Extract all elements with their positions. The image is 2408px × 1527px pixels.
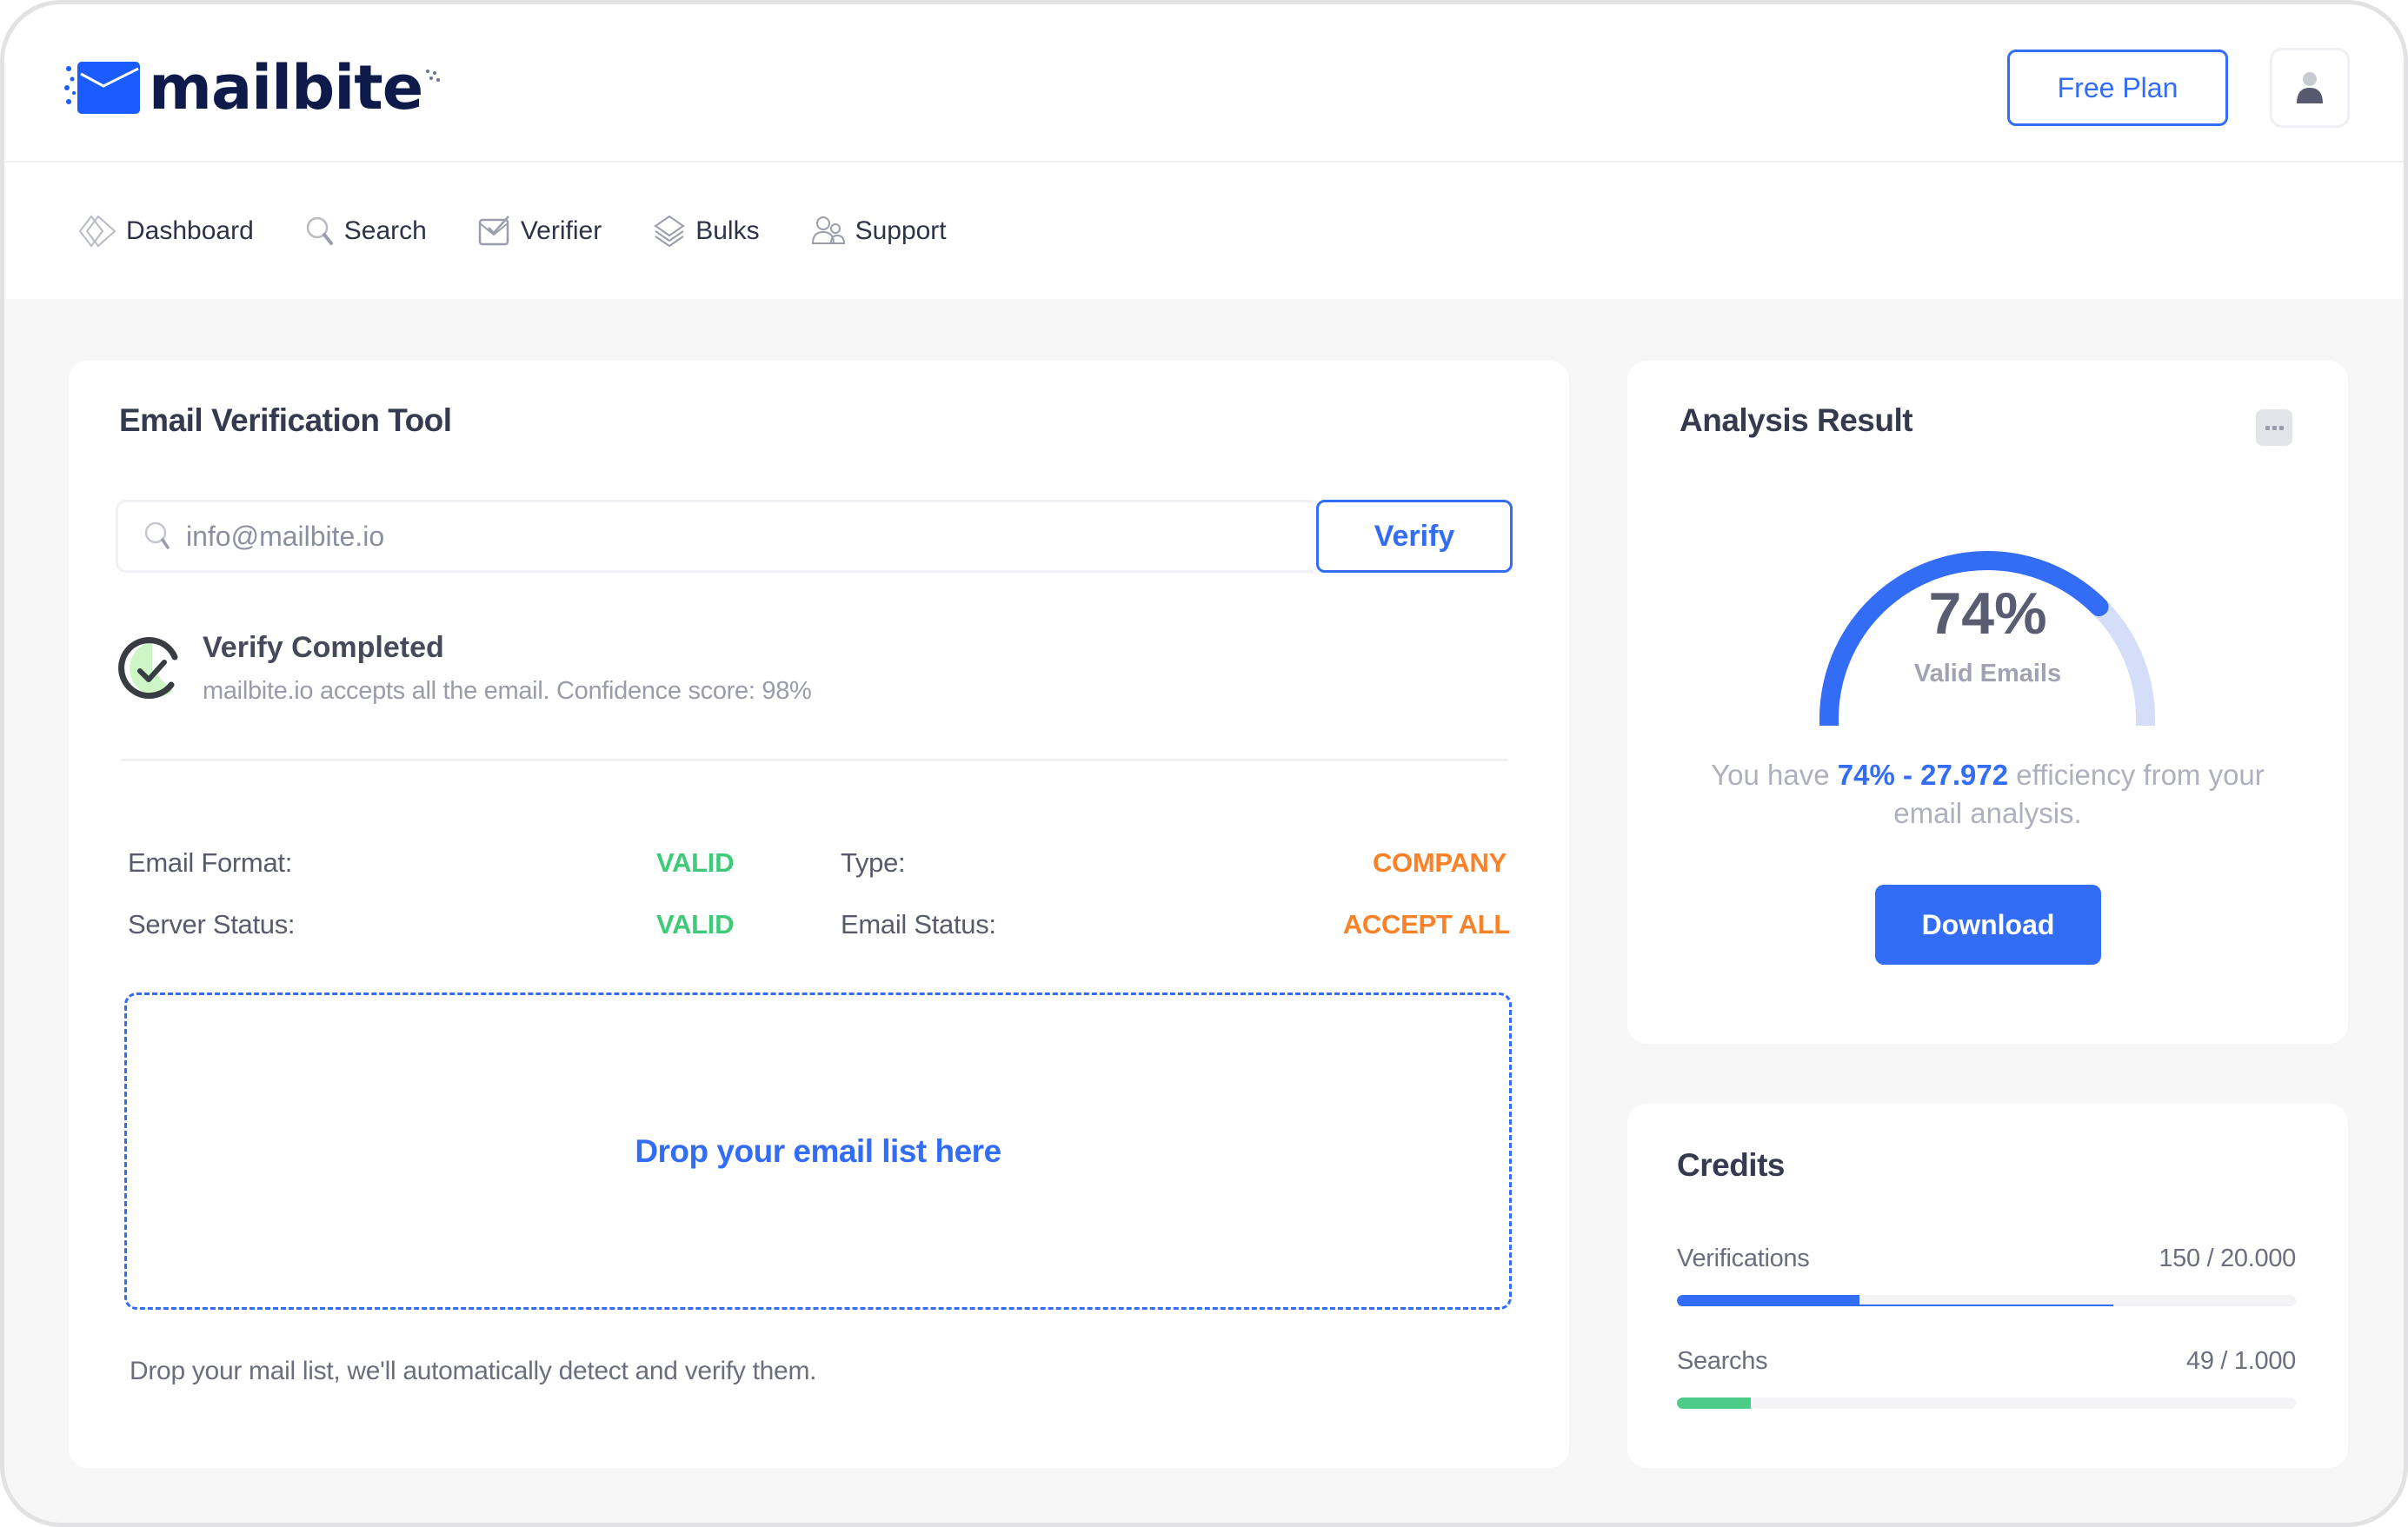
credit-row-verifications: Verifications 150 / 20.000 bbox=[1677, 1245, 2296, 1273]
credit-row-searchs: Searchs 49 / 1.000 bbox=[1677, 1347, 2296, 1376]
card-title: Credits bbox=[1677, 1147, 1785, 1183]
result-value-email-format: VALID bbox=[656, 847, 735, 878]
verify-status: Verify Completed mailbite.io accepts all… bbox=[117, 626, 812, 713]
free-plan-button[interactable]: Free Plan bbox=[2007, 50, 2228, 126]
nav-label: Bulks bbox=[695, 216, 760, 245]
status-title: Verify Completed bbox=[203, 631, 444, 664]
nav-label: Dashboard bbox=[126, 216, 254, 245]
card-title: Analysis Result bbox=[1680, 402, 1913, 438]
app-window: mailbite Free Plan Dashboard Search Veri… bbox=[0, 0, 2408, 1527]
email-list-dropzone[interactable]: Drop your email list here bbox=[124, 993, 1512, 1310]
dropzone-hint: Drop your mail list, we'll automatically… bbox=[130, 1357, 817, 1385]
email-search-field[interactable] bbox=[116, 500, 1314, 573]
user-icon bbox=[2297, 72, 2323, 103]
status-message: mailbite.io accepts all the email. Confi… bbox=[203, 677, 812, 705]
nav-item-support[interactable]: Support bbox=[810, 214, 947, 249]
result-value-server-status: VALID bbox=[656, 909, 735, 939]
divider bbox=[121, 759, 1508, 761]
logo-dots-icon bbox=[426, 70, 441, 82]
nav-item-dashboard[interactable]: Dashboard bbox=[77, 214, 254, 249]
credit-label: Verifications bbox=[1677, 1245, 1810, 1272]
gauge-label: Valid Emails bbox=[1913, 660, 2062, 687]
more-icon-dot bbox=[2278, 425, 2284, 430]
check-circle-icon bbox=[118, 637, 178, 700]
nav-label: Support bbox=[855, 216, 947, 245]
efficiency-text: You have 74% - 27.972 efficiency from yo… bbox=[1680, 756, 2296, 833]
more-icon-dot bbox=[2272, 425, 2277, 430]
dashboard-icon bbox=[78, 214, 116, 248]
searchs-progress-fill bbox=[1677, 1398, 1752, 1409]
nav-item-bulks[interactable]: Bulks bbox=[652, 214, 760, 249]
nav-label: Search bbox=[343, 216, 427, 245]
layers-icon bbox=[654, 215, 685, 247]
result-value-type: COMPANY bbox=[1372, 847, 1507, 878]
verifier-icon bbox=[478, 215, 509, 245]
result-value-email-status: ACCEPT ALL bbox=[1342, 909, 1510, 939]
dropzone-text: Drop your email list here bbox=[635, 1132, 1001, 1169]
search-icon bbox=[144, 521, 170, 549]
search-icon bbox=[306, 216, 333, 245]
card-title: Email Verification Tool bbox=[119, 402, 452, 438]
main-nav: Dashboard Search Verifier Bulks Support bbox=[4, 163, 2404, 299]
verifications-progress-accent bbox=[1677, 1305, 2113, 1306]
top-header: mailbite Free Plan bbox=[4, 4, 2404, 163]
brand-name: mailbite bbox=[149, 52, 423, 123]
verifications-progress bbox=[1677, 1295, 2296, 1306]
email-verification-card: Email Verification Tool Verify Verify Co… bbox=[69, 361, 1569, 1468]
result-label-email-status: Email Status: bbox=[841, 909, 996, 939]
nav-item-verifier[interactable]: Verifier bbox=[477, 214, 602, 249]
logo[interactable]: mailbite bbox=[63, 52, 442, 123]
email-input[interactable] bbox=[186, 520, 1229, 553]
envelope-logo-icon bbox=[64, 62, 140, 114]
nav-item-search[interactable]: Search bbox=[304, 214, 427, 249]
efficiency-prefix: You have bbox=[1711, 759, 1838, 791]
users-icon bbox=[811, 216, 845, 244]
nav-label: Verifier bbox=[520, 216, 602, 245]
download-button[interactable]: Download bbox=[1875, 885, 2101, 965]
searchs-progress bbox=[1677, 1398, 2296, 1409]
credit-value: 150 / 20.000 bbox=[2159, 1245, 2296, 1272]
result-label-email-format: Email Format: bbox=[128, 847, 293, 878]
efficiency-highlight: 74% - 27.972 bbox=[1837, 759, 2009, 791]
credit-value: 49 / 1.000 bbox=[2186, 1347, 2296, 1375]
result-label-type: Type: bbox=[841, 847, 906, 878]
analysis-result-card: Analysis Result 74% Valid Emails You hav… bbox=[1627, 361, 2348, 1044]
verify-button[interactable]: Verify bbox=[1316, 500, 1513, 573]
gauge-value: 74% bbox=[1928, 581, 2047, 647]
more-options-button[interactable] bbox=[2256, 409, 2292, 446]
more-icon bbox=[2265, 425, 2270, 430]
credits-card: Credits Verifications 150 / 20.000 Searc… bbox=[1627, 1104, 2348, 1468]
credit-label: Searchs bbox=[1677, 1347, 1768, 1375]
avatar-button[interactable] bbox=[2270, 48, 2350, 128]
result-label-server-status: Server Status: bbox=[128, 909, 296, 939]
